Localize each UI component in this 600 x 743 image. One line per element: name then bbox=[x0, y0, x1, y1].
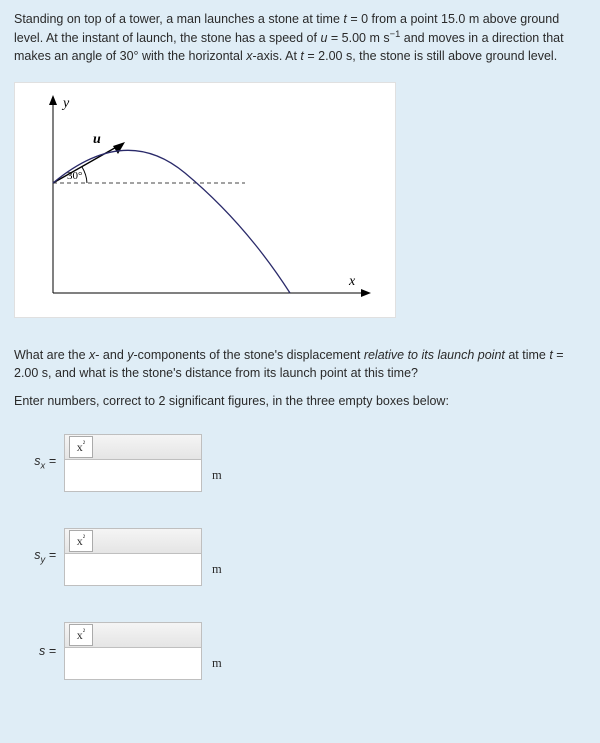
unit-sx: m bbox=[202, 466, 222, 484]
s-input[interactable] bbox=[64, 648, 202, 680]
angle-label: 30° bbox=[67, 170, 82, 182]
problem-statement: Standing on top of a tower, a man launch… bbox=[14, 10, 586, 66]
equation-toolbar-sy: x² bbox=[64, 528, 202, 554]
x-axis-label: x bbox=[348, 274, 356, 289]
trajectory-diagram: y x u 30° bbox=[14, 82, 396, 318]
answer-row-s: s = x² m bbox=[14, 622, 586, 680]
answer-row-sy: sy = x² m bbox=[14, 528, 586, 586]
sx-input[interactable] bbox=[64, 460, 202, 492]
answer-row-sx: sx = x² m bbox=[14, 434, 586, 492]
unit-sy: m bbox=[202, 560, 222, 578]
question-text: What are the x- and y-components of the … bbox=[14, 346, 586, 382]
equation-toolbar-s: x² bbox=[64, 622, 202, 648]
unit-s: m bbox=[202, 654, 222, 672]
instruction-text: Enter numbers, correct to 2 significant … bbox=[14, 392, 586, 410]
answer-label-s: s = bbox=[14, 642, 64, 660]
superscript-button[interactable]: x² bbox=[69, 530, 93, 552]
answer-label-sx: sx = bbox=[14, 452, 64, 473]
superscript-button[interactable]: x² bbox=[69, 436, 93, 458]
y-axis-label: y bbox=[61, 96, 70, 111]
superscript-button[interactable]: x² bbox=[69, 624, 93, 646]
sy-input[interactable] bbox=[64, 554, 202, 586]
equation-toolbar-sx: x² bbox=[64, 434, 202, 460]
u-label: u bbox=[93, 132, 101, 147]
answer-label-sy: sy = bbox=[14, 546, 64, 567]
